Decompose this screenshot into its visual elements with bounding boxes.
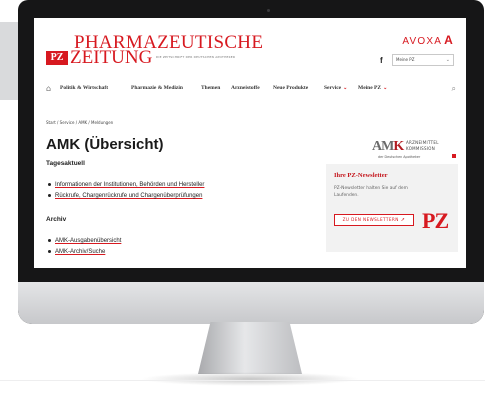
logo-pz-box: PZ [46, 51, 68, 65]
meine-pz-select[interactable]: Meine PZ ⌄ [392, 54, 454, 66]
list-item[interactable]: AMK-Archiv/Suche [48, 249, 105, 255]
link-informationen[interactable]: Informationen der Institutionen, Behörde… [55, 182, 204, 188]
amk-mark-am: AM [372, 139, 394, 154]
home-icon[interactable]: ⌂ [46, 84, 51, 93]
send-icon: ➚ [400, 217, 406, 223]
amk-logo: AMK ARZNEIMITTEL KOMMISSION der Deutsche… [372, 138, 458, 162]
nav-item-label: Neue Produkte [273, 85, 309, 91]
newsletter-title: Ihre PZ-Newsletter [334, 172, 388, 179]
link-archiv-suche[interactable]: AMK-Archiv/Suche [55, 249, 105, 255]
chevron-down-icon: ⌄ [383, 86, 388, 91]
monitor-chin [18, 282, 484, 324]
meine-pz-select-value: Meine PZ [396, 57, 415, 62]
amk-flag [452, 154, 456, 158]
newsletter-button-label: ZU DEN NEWSLETTERN [342, 217, 399, 222]
nav-item-label: Themen [201, 85, 221, 91]
avoxa-logo[interactable]: AVOXA A [402, 33, 454, 47]
link-ausgabenuebersicht[interactable]: AMK-Ausgabenübersicht [55, 238, 121, 244]
avoxa-text: AVOXA [402, 36, 443, 47]
list-item[interactable]: AMK-Ausgabenübersicht [48, 238, 121, 244]
nav-item-service[interactable]: Service ⌄ [324, 84, 347, 93]
list-item[interactable]: Rückrufe, Chargenrückrufe und Chargenübe… [48, 193, 202, 199]
nav-item-label: Service [324, 85, 342, 91]
main-nav: ⌂ Politik & Wirtschaft Pharmazie & Mediz… [46, 84, 456, 96]
bullet [48, 238, 51, 242]
nav-item-label: Arzneistoffe [231, 85, 260, 91]
bullet [48, 193, 51, 197]
logo-line-2: ZEITUNG [70, 47, 153, 68]
search-icon[interactable]: ⌕ [452, 84, 456, 93]
logo-tagline: DIE ZEITSCHRIFT DER DEUTSCHEN APOTHEKER [156, 55, 236, 59]
nav-item-arzneistoffe[interactable]: Arzneistoffe [231, 84, 260, 93]
chevron-down-icon: ⌄ [343, 86, 348, 91]
bullet [48, 182, 51, 186]
nav-item-meine-pz[interactable]: Meine PZ ⌄ [358, 84, 387, 93]
newsletter-pz-logo: PZ [422, 208, 449, 233]
nav-item-label: Politik & Wirtschaft [60, 85, 109, 91]
newsletter-box: Ihre PZ-Newsletter PZ-Newsletter halten … [326, 164, 458, 252]
chevron-down-icon: ⌄ [445, 57, 450, 63]
nav-item-politik[interactable]: Politik & Wirtschaft [60, 84, 108, 93]
newsletter-button[interactable]: ZU DEN NEWSLETTERN ➚ [334, 214, 414, 226]
page-title: AMK (Übersicht) [46, 136, 164, 153]
nav-item-neue-produkte[interactable]: Neue Produkte [273, 84, 308, 93]
nav-item-label: Pharmazie & Medizin [131, 85, 183, 91]
section-heading-tagesaktuell: Tagesaktuell [46, 160, 85, 167]
camera-dot [267, 9, 270, 12]
amk-mark: AMK [372, 139, 404, 155]
browser-screen: PHARMAZEUTISCHE PZ ZEITUNG DIE ZEITSCHRI… [34, 18, 466, 268]
pz-logo[interactable]: PHARMAZEUTISCHE PZ ZEITUNG DIE ZEITSCHRI… [46, 32, 263, 68]
amk-line-2: KOMMISSION [406, 146, 436, 151]
breadcrumb[interactable]: Start / Service / AMK / Meldungen [46, 120, 113, 125]
device-mockup: PHARMAZEUTISCHE PZ ZEITUNG DIE ZEITSCHRI… [0, 0, 485, 396]
facebook-icon[interactable]: f [380, 56, 383, 65]
nav-item-pharmazie[interactable]: Pharmazie & Medizin [131, 84, 183, 93]
amk-line-1: ARZNEIMITTEL [406, 140, 439, 145]
section-heading-archiv: Archiv [46, 216, 67, 223]
stand-shadow [140, 372, 360, 386]
desk-line [0, 380, 485, 381]
bullet [48, 249, 51, 253]
amk-line-3: der Deutschen Apotheker [378, 155, 421, 159]
list-item[interactable]: Informationen der Institutionen, Behörde… [48, 182, 204, 188]
nav-item-label: Meine PZ [358, 85, 382, 91]
avoxa-mark-icon: A [444, 33, 454, 47]
amk-mark-k: K [393, 139, 404, 154]
monitor-stand [198, 322, 302, 374]
newsletter-text: PZ-Newsletter halten Sie auf dem Laufend… [334, 186, 408, 198]
nav-item-themen[interactable]: Themen [201, 84, 220, 93]
link-rueckrufe[interactable]: Rückrufe, Chargenrückrufe und Chargenübe… [55, 193, 202, 199]
